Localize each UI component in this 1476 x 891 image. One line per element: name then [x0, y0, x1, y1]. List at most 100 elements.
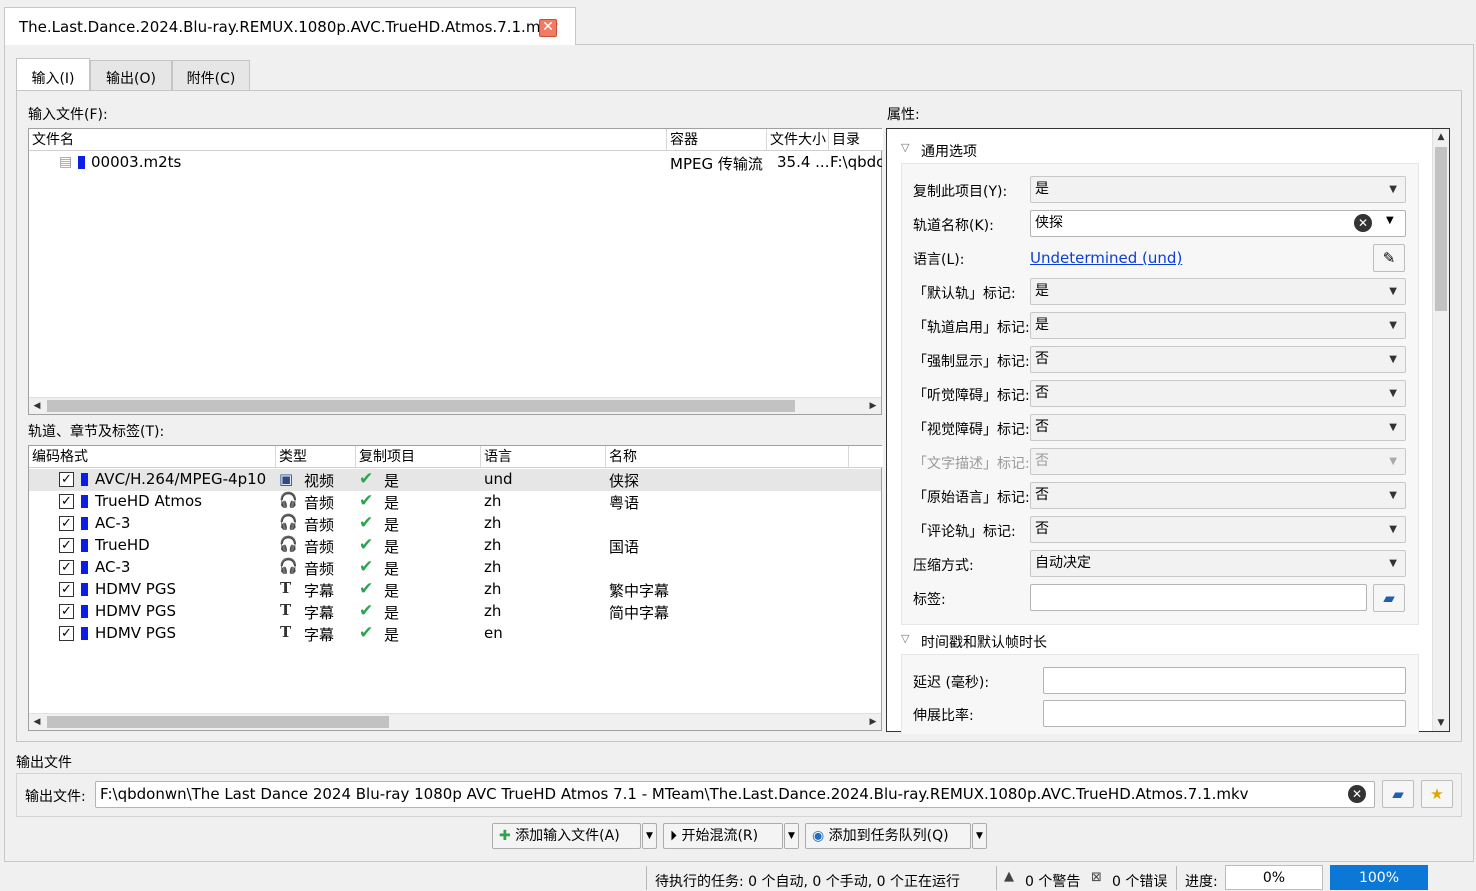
properties-vscrollbar[interactable]: ▲ ▼: [1432, 129, 1449, 731]
track-checkbox[interactable]: ✓: [59, 472, 74, 487]
track-row[interactable]: ✓ HDMV PGS T 字幕 ✔ 是 zh 简中字幕: [29, 601, 881, 623]
scroll-right-icon[interactable]: ▶: [865, 398, 881, 414]
track-row[interactable]: ✓ HDMV PGS T 字幕 ✔ 是 zh 繁中字幕: [29, 579, 881, 601]
col-header-container[interactable]: 容器: [667, 129, 767, 151]
file-name: 00003.m2ts: [91, 153, 182, 171]
collapse-icon[interactable]: ▽: [901, 632, 909, 645]
col-header-filename[interactable]: 文件名: [29, 129, 667, 151]
start-mux-dropdown[interactable]: ▼: [784, 823, 799, 849]
scroll-thumb[interactable]: [1435, 147, 1447, 311]
scroll-left-icon[interactable]: ◀: [29, 714, 45, 730]
scroll-thumb[interactable]: [47, 716, 389, 728]
chevron-down-icon: ▼: [1389, 456, 1397, 467]
tracks-hscrollbar[interactable]: ◀ ▶: [29, 713, 881, 730]
delay-input[interactable]: [1043, 667, 1406, 694]
scroll-left-icon[interactable]: ◀: [29, 398, 45, 414]
track-language: zh: [484, 536, 502, 554]
tab-input[interactable]: 输入(I): [16, 58, 90, 92]
tracks-table[interactable]: 编码格式 类型 复制项目 语言 名称 ✓ AVC/H.264/MPEG-4p10…: [28, 445, 883, 731]
col-header-filesize[interactable]: 文件大小: [767, 129, 829, 151]
add-to-queue-dropdown[interactable]: ▼: [972, 823, 987, 849]
add-input-button[interactable]: ✚ 添加输入文件(A): [492, 823, 641, 849]
input-files-hscrollbar[interactable]: ◀ ▶: [29, 397, 881, 414]
video-icon: ▣: [279, 470, 294, 488]
status-separator: [646, 866, 647, 890]
close-icon[interactable]: ✕: [539, 19, 557, 37]
track-row[interactable]: ✓ TrueHD Atmos 🎧 音频 ✔ 是 zh 粤语: [29, 491, 881, 513]
input-files-table[interactable]: 文件名 容器 文件大小 目录 ▤ 00003.m2ts MPEG 传输流 35.…: [28, 128, 883, 415]
col-header-codec[interactable]: 编码格式: [29, 446, 276, 468]
visual-impaired-flag-select[interactable]: 否 ▼: [1030, 414, 1406, 441]
forced-flag-select[interactable]: 否 ▼: [1030, 346, 1406, 373]
scroll-up-icon[interactable]: ▲: [1433, 129, 1449, 145]
add-input-dropdown[interactable]: ▼: [642, 823, 657, 849]
track-row[interactable]: ✓ AC-3 🎧 音频 ✔ 是 zh: [29, 557, 881, 579]
document-tab-title[interactable]: The.Last.Dance.2024.Blu-ray.REMUX.1080p.…: [19, 18, 558, 36]
hearing-impaired-flag-label: 「听觉障碍」标记:: [913, 388, 1030, 404]
track-row[interactable]: ✓ AC-3 🎧 音频 ✔ 是 zh: [29, 513, 881, 535]
browse-tags-button[interactable]: ▰: [1373, 584, 1405, 612]
errors-count: 0 个错误: [1112, 874, 1168, 890]
enabled-flag-select[interactable]: 是 ▼: [1030, 312, 1406, 339]
scroll-right-icon[interactable]: ▶: [865, 714, 881, 730]
language-link[interactable]: Undetermined (und): [1030, 249, 1182, 267]
recent-destination-button[interactable]: ★: [1421, 780, 1453, 808]
track-checkbox[interactable]: ✓: [59, 538, 74, 553]
col-header-language[interactable]: 语言: [481, 446, 606, 468]
track-checkbox[interactable]: ✓: [59, 560, 74, 575]
start-mux-button[interactable]: ⏵ 开始混流(R): [663, 823, 783, 849]
track-checkbox[interactable]: ✓: [59, 626, 74, 641]
col-header-copy[interactable]: 复制项目: [356, 446, 481, 468]
compression-select[interactable]: 自动决定 ▼: [1030, 550, 1406, 577]
table-row[interactable]: ▤ 00003.m2ts MPEG 传输流 35.4 ... F:\qbdc: [29, 152, 882, 174]
total-progress-bar: 100%: [1330, 865, 1428, 890]
stretch-input[interactable]: [1043, 700, 1406, 727]
hearing-impaired-flag-select[interactable]: 否 ▼: [1030, 380, 1406, 407]
chevron-down-icon[interactable]: ▼: [1386, 215, 1394, 226]
scroll-thumb[interactable]: [47, 400, 795, 412]
document-tab[interactable]: The.Last.Dance.2024.Blu-ray.REMUX.1080p.…: [4, 7, 576, 45]
track-row[interactable]: ✓ TrueHD 🎧 音频 ✔ 是 zh 国语: [29, 535, 881, 557]
browse-output-button[interactable]: ▰: [1382, 780, 1414, 808]
tab-output[interactable]: 输出(O): [90, 60, 172, 91]
track-language: zh: [484, 580, 502, 598]
chevron-down-icon: ▼: [1389, 286, 1397, 297]
headphones-icon: 🎧: [279, 535, 298, 553]
commentary-flag-select[interactable]: 否 ▼: [1030, 516, 1406, 543]
original-language-flag-select[interactable]: 否 ▼: [1030, 482, 1406, 509]
track-name-input[interactable]: 侠探: [1030, 210, 1406, 237]
tab-attachments[interactable]: 附件(C): [172, 60, 250, 91]
add-to-queue-button[interactable]: ◉ 添加到任务队列(Q): [805, 823, 971, 849]
track-name: 粤语: [609, 494, 640, 512]
track-checkbox[interactable]: ✓: [59, 516, 74, 531]
col-header-directory[interactable]: 目录: [829, 129, 883, 151]
track-checkbox[interactable]: ✓: [59, 604, 74, 619]
timing-heading[interactable]: 时间戳和默认帧时长: [921, 632, 1047, 652]
chevron-down-icon: ▼: [1389, 558, 1397, 569]
scroll-down-icon[interactable]: ▼: [1433, 715, 1449, 731]
copy-item-select[interactable]: 是 ▼: [1030, 176, 1406, 203]
default-flag-select[interactable]: 是 ▼: [1030, 278, 1406, 305]
track-checkbox[interactable]: ✓: [59, 582, 74, 597]
col-header-name[interactable]: 名称: [606, 446, 849, 468]
track-codec: HDMV PGS: [95, 602, 176, 620]
track-row[interactable]: ✓ AVC/H.264/MPEG-4p10 ▣ 视频 ✔ 是 und 侠探: [29, 469, 881, 491]
track-codec: TrueHD: [95, 536, 150, 554]
output-file-input[interactable]: F:\qbdonwn\The Last Dance 2024 Blu-ray 1…: [95, 781, 1375, 808]
track-type: 音频: [304, 538, 335, 556]
track-row[interactable]: ✓ HDMV PGS T 字幕 ✔ 是 en: [29, 623, 881, 645]
track-codec: TrueHD Atmos: [95, 492, 202, 510]
track-type: 字幕: [304, 604, 335, 622]
check-icon: ✔: [359, 491, 374, 511]
col-header-type[interactable]: 类型: [276, 446, 356, 468]
headphones-icon: 🎧: [279, 557, 298, 575]
edit-language-button[interactable]: ✎: [1373, 244, 1405, 272]
collapse-icon[interactable]: ▽: [901, 141, 909, 154]
track-name: 国语: [609, 538, 640, 556]
tags-input[interactable]: [1030, 584, 1367, 611]
clear-icon[interactable]: ✕: [1354, 214, 1372, 232]
track-checkbox[interactable]: ✓: [59, 494, 74, 509]
clear-icon[interactable]: ✕: [1348, 785, 1366, 803]
track-language: en: [484, 624, 503, 642]
general-options-heading[interactable]: 通用选项: [921, 141, 977, 161]
